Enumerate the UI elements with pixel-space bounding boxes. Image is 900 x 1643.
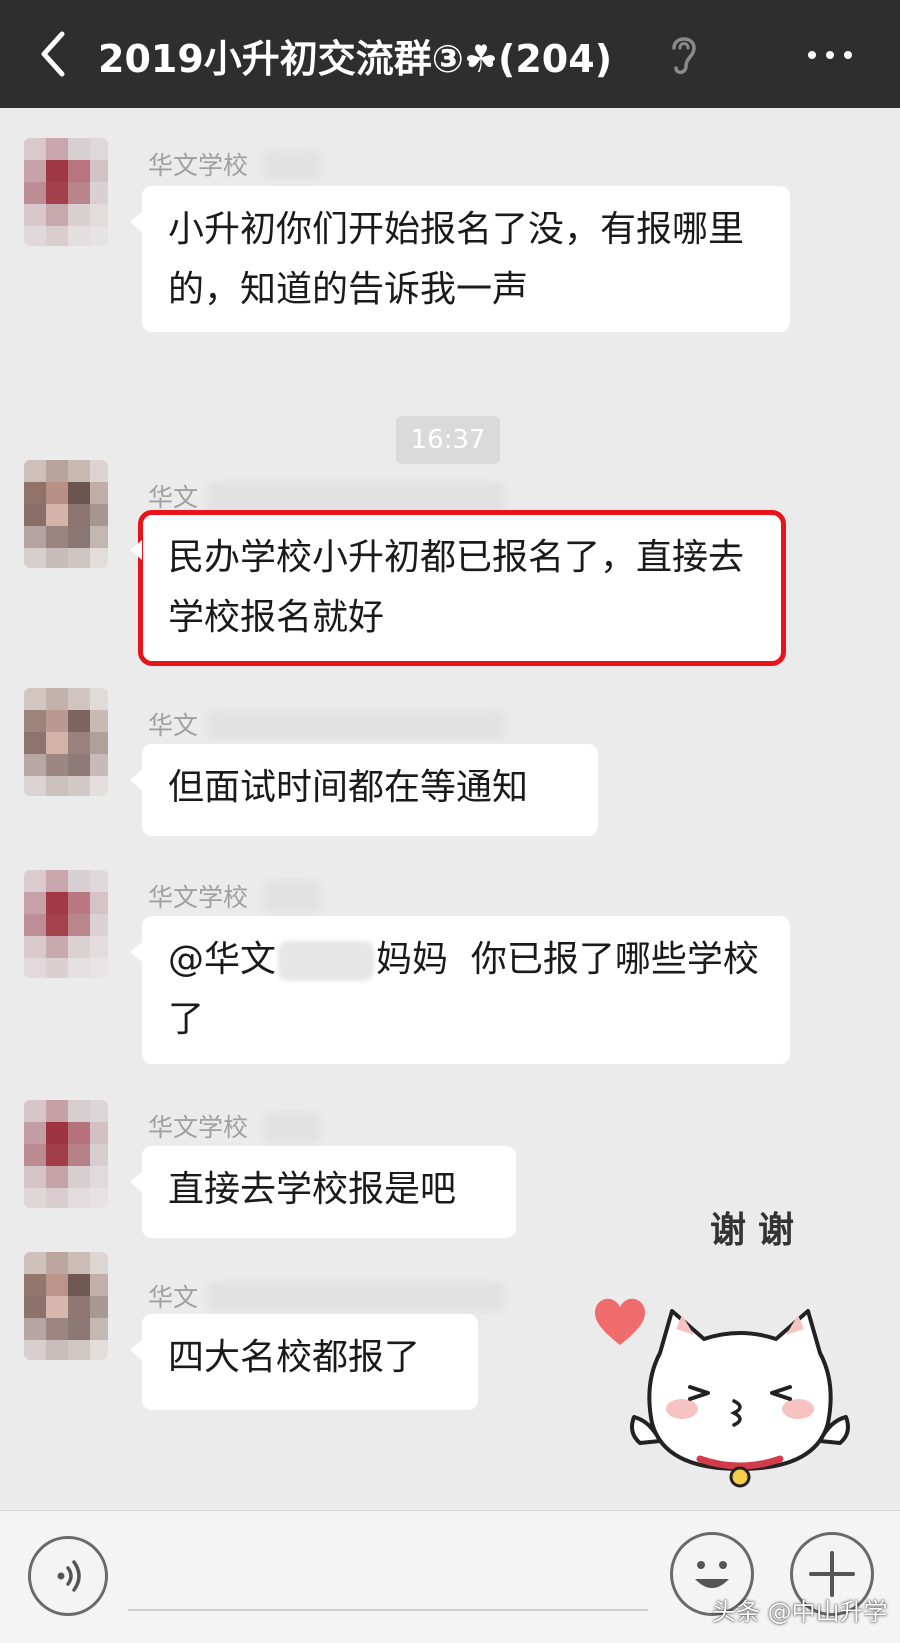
chat-header: 2019小升初交流群③☘(204) [0, 0, 900, 108]
more-dots-icon[interactable] [800, 30, 860, 80]
avatar[interactable] [24, 460, 108, 568]
sender-name: 华文 [148, 483, 199, 512]
message-bubble[interactable]: 直接去学校报是吧 [130, 1146, 516, 1238]
mention-prefix: @华文 [168, 939, 277, 980]
message-input[interactable] [128, 1609, 648, 1611]
message-bubble[interactable]: 小升初你们开始报名了没，有报哪里的，知道的告诉我一声 [130, 186, 790, 332]
redacted-name [262, 1112, 322, 1142]
sender-name: 华文学校 [148, 883, 249, 912]
avatar[interactable] [24, 1252, 108, 1360]
chat-area: 华文学校 小升初你们开始报名了没，有报哪里的，知道的告诉我一声 16:37 华文… [0, 108, 900, 1510]
sender-name: 华文 [148, 711, 199, 740]
timestamp: 16:37 [396, 416, 500, 464]
redacted-name [206, 1282, 506, 1312]
sender-name: 华文学校 [148, 1113, 249, 1142]
cat-thanks-sticker[interactable]: 谢谢 [590, 1193, 860, 1510]
sticker-caption: 谢谢 [710, 1210, 807, 1251]
redacted-name [262, 150, 322, 180]
message-bubble-highlighted[interactable]: 民办学校小升初都已报名了，直接去学校报名就好 [130, 510, 786, 666]
redacted-name [262, 880, 322, 914]
message-bubble[interactable]: 但面试时间都在等通知 [130, 744, 598, 836]
message-bubble[interactable]: @华文 妈妈 你已报了哪些学校了 [130, 916, 790, 1064]
redacted-name [206, 482, 506, 512]
watermark: 头条 @中山升学 [712, 1598, 888, 1626]
ear-icon [672, 37, 696, 74]
avatar[interactable] [24, 870, 108, 978]
redacted-name [206, 710, 506, 740]
sender-name: 华文学校 [148, 151, 249, 180]
avatar[interactable] [24, 688, 108, 796]
chevron-left-icon[interactable] [30, 22, 90, 86]
avatar[interactable] [24, 1100, 108, 1208]
message-bubble[interactable]: 四大名校都报了 [130, 1314, 478, 1410]
sender-name: 华文 [148, 1283, 199, 1312]
redacted-mention [278, 941, 375, 981]
group-title: 2019小升初交流群③☘(204) [98, 37, 613, 81]
cat-icon [630, 1309, 850, 1488]
avatar[interactable] [24, 138, 108, 246]
voice-icon[interactable] [28, 1536, 108, 1616]
mention-suffix: 妈妈 [376, 939, 449, 980]
